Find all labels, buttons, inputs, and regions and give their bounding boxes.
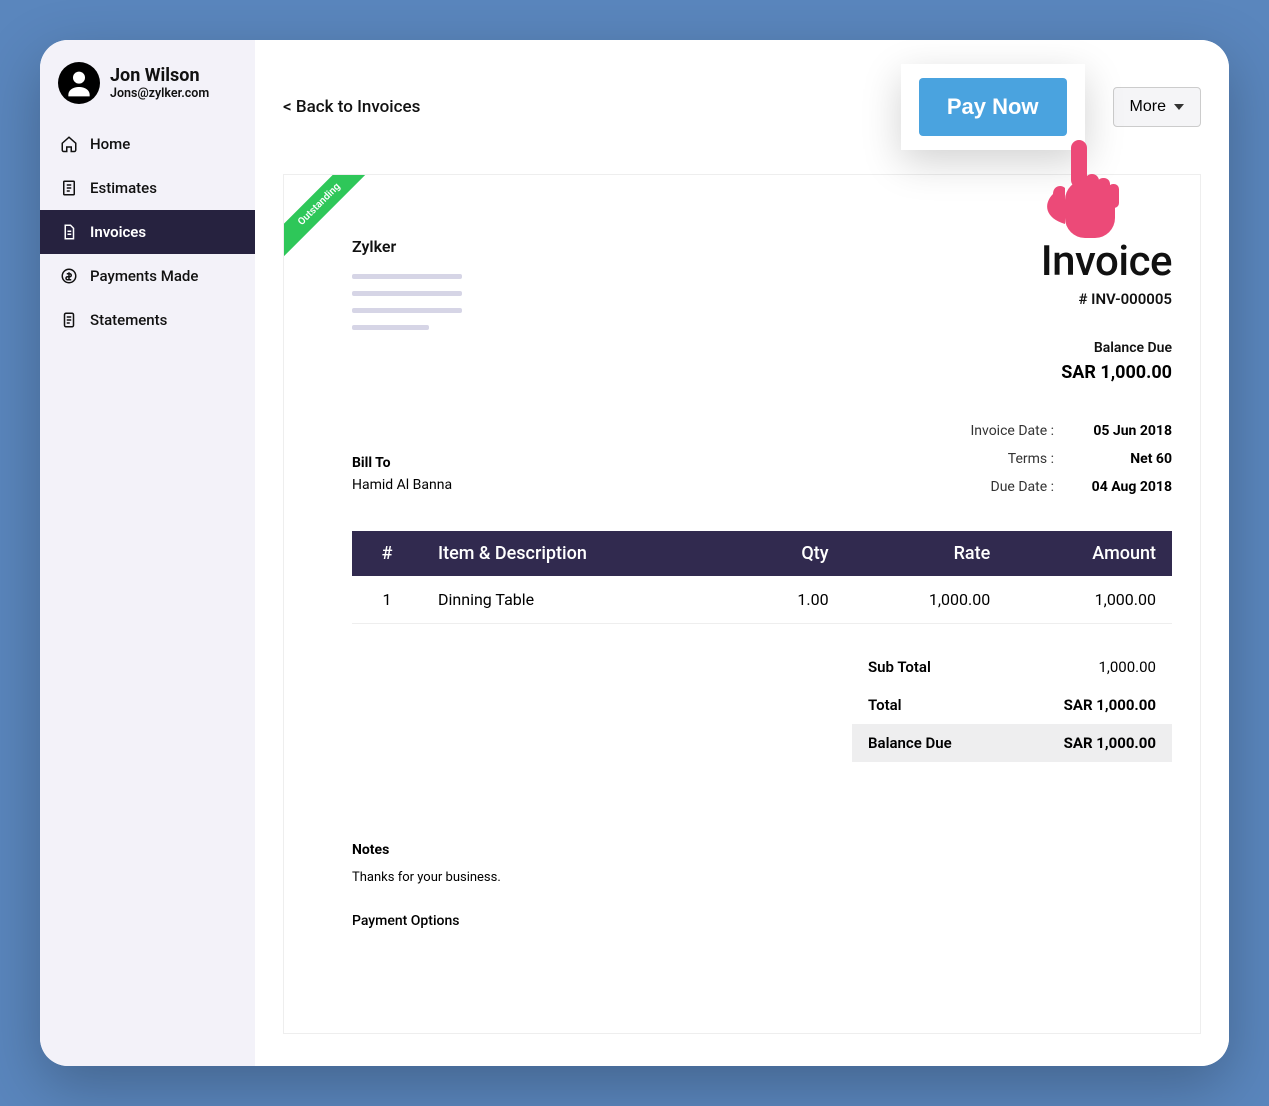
- sidebar-item-home[interactable]: Home: [40, 122, 255, 166]
- invoice-title-block: Invoice # INV-000005 Balance Due SAR 1,0…: [1041, 237, 1172, 383]
- statements-icon: [60, 311, 78, 329]
- balance-value: SAR 1,000.00: [1064, 734, 1156, 752]
- company-address-placeholder: [352, 274, 462, 330]
- balance-row: Balance Due SAR 1,000.00: [852, 724, 1172, 762]
- sidebar-item-estimates[interactable]: Estimates: [40, 166, 255, 210]
- cell-amount: 1,000.00: [1006, 576, 1172, 624]
- total-value: SAR 1,000.00: [1064, 696, 1156, 714]
- sidebar: Jon Wilson Jons@zylker.com Home Estimate…: [40, 40, 255, 1066]
- col-header-qty: Qty: [735, 531, 844, 576]
- notes-block: Notes Thanks for your business. Payment …: [352, 842, 1172, 929]
- back-to-invoices-link[interactable]: < Back to Invoices: [283, 97, 420, 117]
- invoice-title: Invoice: [1041, 237, 1172, 286]
- sidebar-item-label: Payments Made: [90, 267, 198, 285]
- col-header-amount: Amount: [1006, 531, 1172, 576]
- sidebar-item-payments-made[interactable]: Payments Made: [40, 254, 255, 298]
- profile-block: Jon Wilson Jons@zylker.com: [40, 62, 255, 122]
- meta-value: Net 60: [1082, 451, 1172, 467]
- meta-value: 04 Aug 2018: [1082, 479, 1172, 495]
- payments-icon: [60, 267, 78, 285]
- meta-label: Terms :: [944, 451, 1054, 467]
- col-header-rate: Rate: [845, 531, 1007, 576]
- subtotal-row: Sub Total 1,000.00: [852, 648, 1172, 686]
- profile-text: Jon Wilson Jons@zylker.com: [110, 65, 209, 102]
- cell-qty: 1.00: [735, 576, 844, 624]
- meta-label: Invoice Date :: [944, 423, 1054, 439]
- subtotal-label: Sub Total: [868, 658, 931, 676]
- company-name: Zylker: [352, 237, 462, 256]
- top-actions: Pay Now More: [901, 64, 1201, 150]
- avatar: [58, 62, 100, 104]
- sidebar-item-label: Invoices: [90, 223, 146, 241]
- totals-block: Sub Total 1,000.00 Total SAR 1,000.00 Ba…: [852, 648, 1172, 762]
- paynow-container: Pay Now: [901, 64, 1085, 150]
- cell-item: Dinning Table: [422, 576, 735, 624]
- invoice-card: Outstanding Zylker Invoice # INV-000005 …: [283, 174, 1201, 1034]
- cell-rate: 1,000.00: [845, 576, 1007, 624]
- total-row: Total SAR 1,000.00: [852, 686, 1172, 724]
- sidebar-item-label: Estimates: [90, 179, 157, 197]
- meta-value: 05 Jun 2018: [1082, 423, 1172, 439]
- profile-name: Jon Wilson: [110, 65, 209, 87]
- pay-now-button[interactable]: Pay Now: [919, 78, 1067, 136]
- col-header-item: Item & Description: [422, 531, 735, 576]
- more-button[interactable]: More: [1113, 87, 1201, 127]
- sidebar-item-statements[interactable]: Statements: [40, 298, 255, 342]
- topbar: < Back to Invoices Pay Now More: [283, 64, 1201, 150]
- subtotal-value: 1,000.00: [1099, 658, 1157, 676]
- notes-text: Thanks for your business.: [352, 870, 1172, 885]
- main-content: < Back to Invoices Pay Now More: [255, 40, 1229, 1066]
- notes-title: Notes: [352, 842, 1172, 858]
- profile-email: Jons@zylker.com: [110, 86, 209, 101]
- sidebar-item-label: Home: [90, 135, 130, 153]
- nav-list: Home Estimates Invoices Payments Made: [40, 122, 255, 342]
- payment-options-label: Payment Options: [352, 913, 1172, 929]
- cell-num: 1: [352, 576, 422, 624]
- meta-invoice-date: Invoice Date : 05 Jun 2018: [352, 423, 1172, 439]
- col-header-num: #: [352, 531, 422, 576]
- chevron-down-icon: [1174, 104, 1184, 110]
- meta-label: Due Date :: [944, 479, 1054, 495]
- balance-label: Balance Due: [868, 734, 952, 752]
- items-table: # Item & Description Qty Rate Amount 1 D…: [352, 531, 1172, 624]
- home-icon: [60, 135, 78, 153]
- invoice-header: Zylker Invoice # INV-000005 Balance Due …: [352, 237, 1172, 383]
- invoices-icon: [60, 223, 78, 241]
- app-frame: Jon Wilson Jons@zylker.com Home Estimate…: [40, 40, 1229, 1066]
- invoice-number: # INV-000005: [1041, 290, 1172, 308]
- company-block: Zylker: [352, 237, 462, 342]
- sidebar-item-invoices[interactable]: Invoices: [40, 210, 255, 254]
- total-label: Total: [868, 696, 902, 714]
- table-row: 1 Dinning Table 1.00 1,000.00 1,000.00: [352, 576, 1172, 624]
- balance-due-label: Balance Due: [1041, 340, 1172, 356]
- balance-due-amount: SAR 1,000.00: [1041, 362, 1172, 383]
- estimates-icon: [60, 179, 78, 197]
- more-label: More: [1130, 98, 1166, 116]
- sidebar-item-label: Statements: [90, 311, 167, 329]
